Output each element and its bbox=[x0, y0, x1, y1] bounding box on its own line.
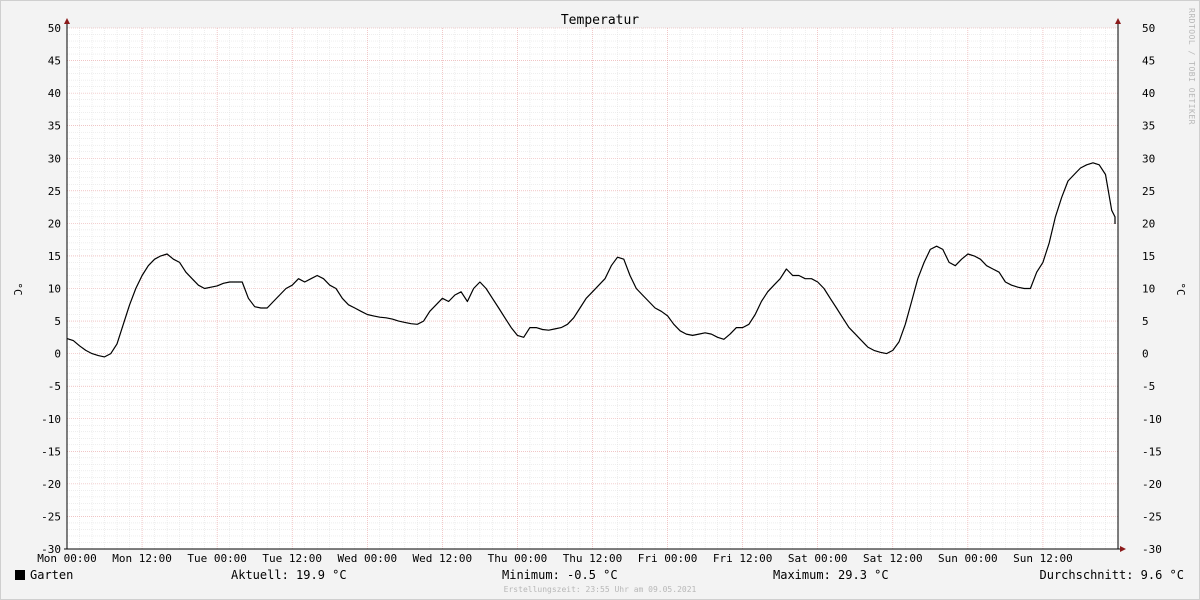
x-tick-label: Thu 00:00 bbox=[488, 552, 548, 565]
x-tick-label: Wed 00:00 bbox=[337, 552, 397, 565]
y-tick-label-right: 15 bbox=[1142, 250, 1155, 263]
x-tick-label: Wed 12:00 bbox=[413, 552, 473, 565]
y-tick-label-right: -20 bbox=[1142, 478, 1162, 491]
y-axis-label-left: °C bbox=[11, 282, 24, 295]
y-axis-label-right: °C bbox=[1174, 282, 1187, 295]
legend-average-value: Durchschnitt: 9.6 °C bbox=[1039, 568, 1185, 582]
y-tick-label-right: 30 bbox=[1142, 152, 1155, 165]
y-tick-label-left: 40 bbox=[48, 87, 61, 100]
legend-maximum-value: Maximum: 29.3 °C bbox=[773, 568, 889, 582]
y-tick-label-right: 35 bbox=[1142, 120, 1155, 133]
y-tick-label-left: 0 bbox=[54, 348, 61, 361]
y-axis-right-arrow bbox=[1115, 18, 1121, 24]
y-tick-label-right: -25 bbox=[1142, 510, 1162, 523]
watermark: RRDTOOL / TOBI OETIKER bbox=[1187, 8, 1196, 125]
y-tick-label-right: 20 bbox=[1142, 217, 1155, 230]
y-tick-label-left: -10 bbox=[41, 413, 61, 426]
x-tick-label: Mon 00:00 bbox=[37, 552, 97, 565]
y-tick-label-right: 0 bbox=[1142, 348, 1149, 361]
y-tick-label-right: -30 bbox=[1142, 543, 1162, 556]
legend-current-value: Aktuell: 19.9 °C bbox=[231, 568, 347, 582]
x-tick-label: Sat 12:00 bbox=[863, 552, 923, 565]
y-tick-label-left: 50 bbox=[48, 22, 61, 35]
y-tick-label-right: 50 bbox=[1142, 22, 1155, 35]
x-tick-label: Tue 00:00 bbox=[187, 552, 247, 565]
y-tick-label-left: -20 bbox=[41, 478, 61, 491]
y-tick-label-right: -10 bbox=[1142, 413, 1162, 426]
legend-swatch-garten bbox=[15, 570, 25, 580]
y-tick-label-left: 15 bbox=[48, 250, 61, 263]
legend-series-name: Garten bbox=[30, 568, 74, 582]
y-tick-label-left: 30 bbox=[48, 152, 61, 165]
x-tick-label: Sat 00:00 bbox=[788, 552, 848, 565]
x-tick-label: Fri 00:00 bbox=[638, 552, 698, 565]
y-tick-label-right: 25 bbox=[1142, 185, 1155, 198]
x-axis-arrow bbox=[1120, 546, 1126, 552]
y-tick-label-right: -15 bbox=[1142, 445, 1162, 458]
y-tick-label-left: 35 bbox=[48, 120, 61, 133]
y-axis-left-ticks: 50454035302520151050-5-10-15-20-25-30 bbox=[41, 22, 61, 556]
x-tick-label: Fri 12:00 bbox=[713, 552, 773, 565]
y-tick-label-right: -5 bbox=[1142, 380, 1155, 393]
y-tick-label-left: 5 bbox=[54, 315, 61, 328]
y-tick-label-left: -15 bbox=[41, 445, 61, 458]
x-tick-label: Mon 12:00 bbox=[112, 552, 172, 565]
chart-title: Temperatur bbox=[561, 13, 639, 28]
y-tick-label-left: 20 bbox=[48, 217, 61, 230]
y-tick-label-right: 40 bbox=[1142, 87, 1155, 100]
y-tick-label-right: 10 bbox=[1142, 283, 1155, 296]
y-tick-label-left: 45 bbox=[48, 55, 61, 68]
y-tick-label-left: 25 bbox=[48, 185, 61, 198]
creation-timestamp: Erstellungszeit: 23:55 Uhr am 09.05.2021 bbox=[503, 585, 697, 594]
x-tick-label: Thu 12:00 bbox=[563, 552, 623, 565]
y-tick-label-left: -25 bbox=[41, 510, 61, 523]
y-tick-label-right: 45 bbox=[1142, 55, 1155, 68]
x-tick-label: Sun 12:00 bbox=[1013, 552, 1073, 565]
x-tick-label: Tue 12:00 bbox=[262, 552, 322, 565]
y-tick-label-left: -5 bbox=[48, 380, 61, 393]
temperature-chart: 50454035302520151050-5-10-15-20-25-30 50… bbox=[11, 13, 1187, 565]
legend-minimum-value: Minimum: -0.5 °C bbox=[502, 568, 618, 582]
x-axis-ticks: Mon 00:00 Mon 12:00 Tue 00:00 Tue 12:00 Wed … bbox=[37, 552, 1073, 565]
y-tick-label-left: 10 bbox=[48, 283, 61, 296]
x-tick-label: Sun 00:00 bbox=[938, 552, 998, 565]
y-axis-right-ticks: 50454035302520151050-5-10-15-20-25-30 bbox=[1142, 22, 1162, 556]
y-tick-label-right: 5 bbox=[1142, 315, 1149, 328]
y-axis-left-arrow bbox=[64, 18, 70, 24]
